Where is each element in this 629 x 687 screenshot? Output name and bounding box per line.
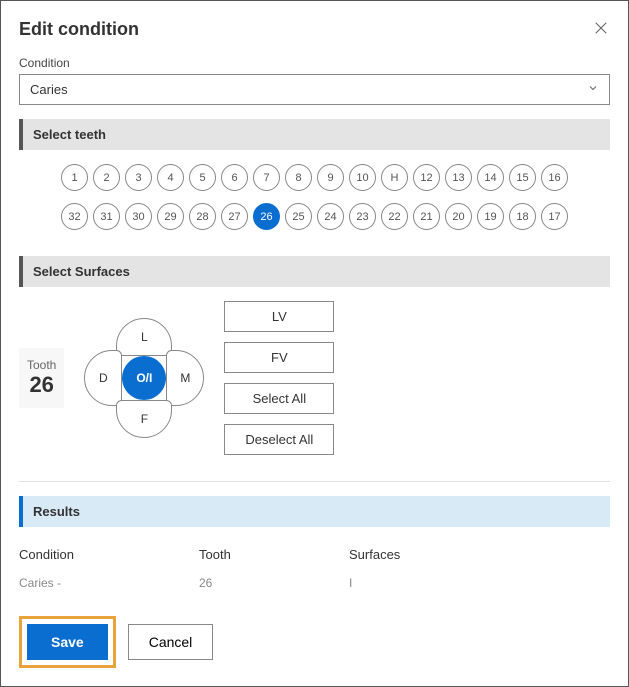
section-select-teeth: Select teeth: [19, 119, 610, 150]
tooth-indicator-number: 26: [27, 372, 56, 398]
tooth-8[interactable]: 8: [285, 164, 312, 191]
tooth-16[interactable]: 16: [541, 164, 568, 191]
surface-btn-deselect-all[interactable]: Deselect All: [224, 424, 334, 455]
tooth-12[interactable]: 12: [413, 164, 440, 191]
tooth-10[interactable]: 10: [349, 164, 376, 191]
surface-distal[interactable]: D: [84, 350, 122, 406]
tooth-25[interactable]: 25: [285, 203, 312, 230]
tooth-9[interactable]: 9: [317, 164, 344, 191]
cell-condition: Caries -: [19, 576, 199, 590]
tooth-indicator-label: Tooth: [27, 358, 56, 372]
tooth-7[interactable]: 7: [253, 164, 280, 191]
tooth-31[interactable]: 31: [93, 203, 120, 230]
cancel-button[interactable]: Cancel: [128, 624, 214, 660]
edit-condition-dialog: Edit condition Condition Caries Select t…: [0, 0, 629, 687]
close-icon: [592, 19, 610, 37]
results-data-row: Caries - 26 I: [19, 568, 610, 608]
divider: [19, 481, 610, 482]
save-highlight: Save: [19, 616, 116, 668]
tooth-20[interactable]: 20: [445, 203, 472, 230]
section-select-surfaces: Select Surfaces: [19, 256, 610, 287]
surface-mesial[interactable]: M: [166, 350, 204, 406]
tooth-21[interactable]: 21: [413, 203, 440, 230]
surfaces-area: Tooth 26 L D M F O/I LV FV Select All Desel…: [19, 301, 610, 475]
tooth-3[interactable]: 3: [125, 164, 152, 191]
surface-facial[interactable]: F: [116, 400, 172, 438]
close-button[interactable]: [592, 19, 610, 42]
tooth-14[interactable]: 14: [477, 164, 504, 191]
col-header-surfaces: Surfaces: [349, 547, 610, 562]
condition-label: Condition: [19, 56, 610, 70]
dialog-title: Edit condition: [19, 19, 139, 40]
tooth-4[interactable]: 4: [157, 164, 184, 191]
col-header-tooth: Tooth: [199, 547, 349, 562]
condition-value: Caries: [30, 82, 68, 97]
tooth-27[interactable]: 27: [221, 203, 248, 230]
tooth-15[interactable]: 15: [509, 164, 536, 191]
condition-select[interactable]: Caries: [19, 74, 610, 105]
tooth-19[interactable]: 19: [477, 203, 504, 230]
save-button[interactable]: Save: [27, 624, 108, 660]
results-header-row: Condition Tooth Surfaces: [19, 541, 610, 568]
surface-buttons: LV FV Select All Deselect All: [224, 301, 334, 455]
tooth-indicator: Tooth 26: [19, 348, 64, 408]
surface-btn-fv[interactable]: FV: [224, 342, 334, 373]
section-results: Results: [19, 496, 610, 527]
teeth-upper-row: 12345678910H1213141516: [49, 164, 580, 191]
tooth-5[interactable]: 5: [189, 164, 216, 191]
surface-lingual[interactable]: L: [116, 318, 172, 356]
surface-diagram: L D M F O/I: [84, 318, 204, 438]
tooth-32[interactable]: 32: [61, 203, 88, 230]
teeth-grid: 12345678910H1213141516 32313029282726252…: [19, 164, 610, 256]
chevron-down-icon: [587, 82, 599, 97]
tooth-23[interactable]: 23: [349, 203, 376, 230]
col-header-condition: Condition: [19, 547, 199, 562]
cell-surfaces: I: [349, 576, 610, 590]
cell-tooth: 26: [199, 576, 349, 590]
tooth-28[interactable]: 28: [189, 203, 216, 230]
surface-btn-select-all[interactable]: Select All: [224, 383, 334, 414]
tooth-22[interactable]: 22: [381, 203, 408, 230]
tooth-17[interactable]: 17: [541, 203, 568, 230]
tooth-30[interactable]: 30: [125, 203, 152, 230]
teeth-lower-row: 32313029282726252423222120191817: [49, 203, 580, 230]
tooth-24[interactable]: 24: [317, 203, 344, 230]
results-table: Condition Tooth Surfaces Caries - 26 I: [19, 541, 610, 608]
tooth-2[interactable]: 2: [93, 164, 120, 191]
action-row: Save Cancel: [19, 616, 610, 668]
tooth-26[interactable]: 26: [253, 203, 280, 230]
dialog-header: Edit condition: [19, 19, 610, 42]
tooth-6[interactable]: 6: [221, 164, 248, 191]
tooth-18[interactable]: 18: [509, 203, 536, 230]
tooth-29[interactable]: 29: [157, 203, 184, 230]
surface-occlusal-incisal[interactable]: O/I: [122, 356, 166, 400]
tooth-13[interactable]: 13: [445, 164, 472, 191]
tooth-1[interactable]: 1: [61, 164, 88, 191]
tooth-H[interactable]: H: [381, 164, 408, 191]
surface-btn-lv[interactable]: LV: [224, 301, 334, 332]
